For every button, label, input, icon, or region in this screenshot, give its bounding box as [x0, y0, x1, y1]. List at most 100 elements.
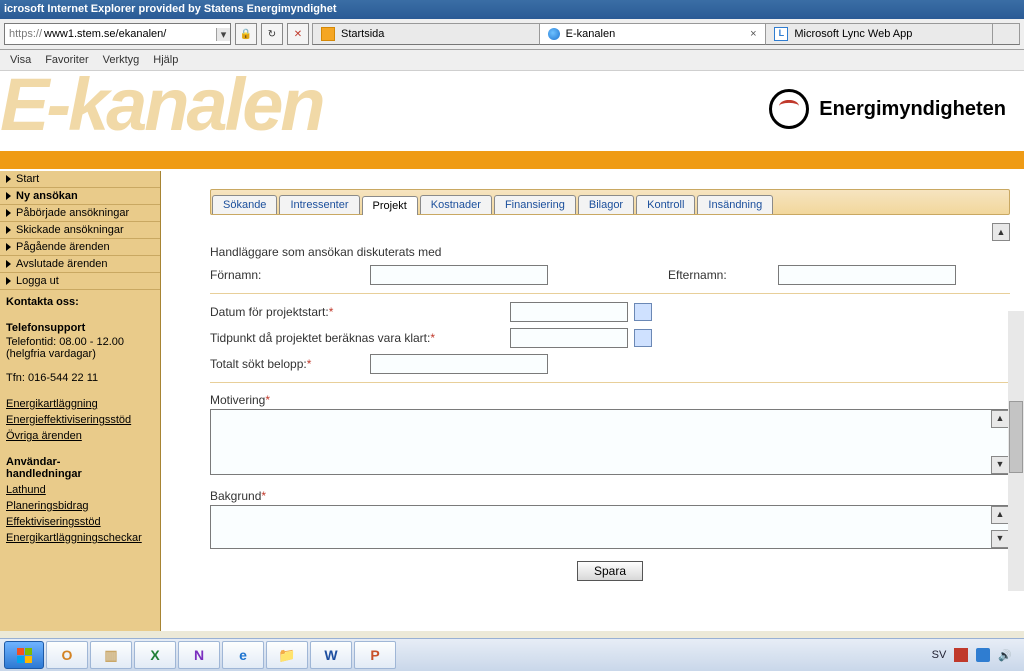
tab-intressenter[interactable]: Intressenter	[279, 195, 359, 214]
form-area: ▲ Handläggare som ansökan diskuterats me…	[210, 215, 1010, 581]
link-effektiviseringsstod[interactable]: Effektiviseringsstöd	[6, 516, 101, 528]
window-titlebar: icrosoft Internet Explorer provided by S…	[0, 0, 1024, 19]
taskbar-explorer[interactable]: ▥	[90, 641, 132, 669]
browser-tab-startsida[interactable]: Startsida	[312, 23, 540, 45]
link-energieffektiviseringsstod[interactable]: Energieffektiviseringsstöd	[6, 414, 131, 426]
address-input[interactable]: https:// www1.stem.se/ekanalen/ ▾	[4, 23, 231, 45]
arrow-icon	[6, 260, 11, 268]
sidebar-item-paborjade[interactable]: Påbörjade ansökningar	[0, 205, 160, 222]
new-tab-button[interactable]	[992, 23, 1020, 45]
taskbar-onenote[interactable]: N	[178, 641, 220, 669]
link-energikartlaggningscheckar[interactable]: Energikartläggningscheckar	[6, 532, 142, 544]
scroll-up-icon[interactable]: ▲	[992, 223, 1010, 241]
taskbar-powerpoint[interactable]: P	[354, 641, 396, 669]
browser-tab-label: E-kanalen	[566, 28, 616, 40]
tab-bilagor[interactable]: Bilagor	[578, 195, 634, 214]
efternamn-label: Efternamn:	[668, 268, 778, 282]
main: Sökande Intressenter Projekt Kostnader F…	[162, 171, 1024, 631]
sidebar-item-logga-ut[interactable]: Logga ut	[0, 273, 160, 290]
scroll-up-icon[interactable]: ▲	[991, 506, 1009, 524]
scrollbar-thumb[interactable]	[1009, 401, 1023, 473]
datepicker-icon[interactable]	[634, 303, 652, 321]
efternamn-input[interactable]	[778, 265, 956, 285]
tab-kostnader[interactable]: Kostnader	[420, 195, 492, 214]
sidebar-item-label: Påbörjade ansökningar	[16, 207, 129, 219]
sidebar: Start Ny ansökan Påbörjade ansökningar S…	[0, 171, 161, 631]
browser-tab-ekanalen[interactable]: E-kanalen ×	[539, 23, 767, 45]
close-tab-icon[interactable]: ×	[747, 28, 759, 40]
page-content: E-kanalen Energimyndigheten Start Ny ans…	[0, 71, 1024, 631]
tray-shield-icon[interactable]	[976, 648, 990, 662]
datum-label: Datum för projektstart:	[210, 305, 329, 319]
address-dropdown-icon[interactable]: ▾	[216, 28, 230, 41]
link-energikartlaggning[interactable]: Energikartläggning	[6, 398, 98, 410]
phone-hours: Telefontid: 08.00 - 12.00	[6, 336, 154, 348]
scroll-up-icon[interactable]: ▲	[991, 410, 1009, 428]
address-bar: https:// www1.stem.se/ekanalen/ ▾ 🔒 ↻ ✕ …	[0, 19, 1024, 50]
taskbar-excel[interactable]: X	[134, 641, 176, 669]
keyboard-layout[interactable]: SV	[932, 649, 947, 661]
banner-logo-text: E-kanalen	[0, 71, 323, 139]
link-lathund[interactable]: Lathund	[6, 484, 46, 496]
phone-days: (helgfria vardagar)	[6, 348, 154, 360]
tab-sokande[interactable]: Sökande	[212, 195, 277, 214]
sidebar-item-start[interactable]: Start	[0, 171, 160, 188]
sidebar-item-avslutade[interactable]: Avslutade ärenden	[0, 256, 160, 273]
sidebar-item-label: Start	[16, 173, 39, 185]
scroll-down-icon[interactable]: ▼	[991, 530, 1009, 548]
scroll-down-icon[interactable]: ▼	[991, 456, 1009, 474]
brand-logo-icon	[769, 89, 809, 129]
lock-icon: 🔒	[235, 23, 257, 45]
sidebar-contact: Kontakta oss: Telefonsupport Telefontid:…	[0, 290, 160, 548]
link-planeringsbidrag[interactable]: Planeringsbidrag	[6, 500, 89, 512]
taskbar-word[interactable]: W	[310, 641, 352, 669]
fornamn-input[interactable]	[370, 265, 548, 285]
tray-flag-icon[interactable]	[954, 648, 968, 662]
tab-kontroll[interactable]: Kontroll	[636, 195, 695, 214]
datum-input[interactable]	[510, 302, 628, 322]
sidebar-item-label: Avslutade ärenden	[16, 258, 108, 270]
arrow-icon	[6, 226, 11, 234]
tidpunkt-input[interactable]	[510, 328, 628, 348]
sidebar-item-label: Ny ansökan	[16, 190, 78, 202]
arrow-icon	[6, 243, 11, 251]
taskbar-ie[interactable]: e	[222, 641, 264, 669]
link-ovriga-arenden[interactable]: Övriga ärenden	[6, 430, 82, 442]
contact-heading: Kontakta oss:	[6, 296, 154, 308]
handlaggare-heading: Handläggare som ansökan diskuterats med	[210, 245, 1010, 259]
required-icon: *	[265, 393, 270, 407]
bakgrund-textarea[interactable]: ▲ ▼	[210, 505, 1010, 549]
main-scrollbar[interactable]	[1008, 311, 1024, 591]
phone-number: Tfn: 016-544 22 11	[6, 372, 154, 384]
browser-tabstrip: Startsida E-kanalen × L Microsoft Lync W…	[313, 23, 1020, 45]
window-title: icrosoft Internet Explorer provided by S…	[4, 0, 337, 19]
sidebar-item-ny-ansokan[interactable]: Ny ansökan	[0, 188, 160, 205]
sidebar-item-label: Pågående ärenden	[16, 241, 110, 253]
tab-insandning[interactable]: Insändning	[697, 195, 773, 214]
sidebar-item-pagaende[interactable]: Pågående ärenden	[0, 239, 160, 256]
sidebar-item-skickade[interactable]: Skickade ansökningar	[0, 222, 160, 239]
tray-volume-icon[interactable]: 🔊	[998, 649, 1012, 662]
taskbar-folder[interactable]: 📁	[266, 641, 308, 669]
taskbar: O ▥ X N e 📁 W P SV 🔊	[0, 638, 1024, 671]
banner-separator	[0, 151, 1024, 169]
start-button[interactable]	[4, 641, 44, 669]
motivering-textarea[interactable]: ▲ ▼	[210, 409, 1010, 475]
browser-tab-lync[interactable]: L Microsoft Lync Web App	[765, 23, 993, 45]
tidpunkt-label: Tidpunkt då projektet beräknas vara klar…	[210, 331, 430, 345]
sidebar-nav: Start Ny ansökan Påbörjade ansökningar S…	[0, 171, 160, 290]
stop-button[interactable]: ✕	[287, 23, 309, 45]
belopp-input[interactable]	[370, 354, 548, 374]
taskbar-outlook[interactable]: O	[46, 641, 88, 669]
required-icon: *	[430, 331, 435, 345]
sidebar-item-label: Skickade ansökningar	[16, 224, 124, 236]
tab-finansiering[interactable]: Finansiering	[494, 195, 576, 214]
tab-projekt[interactable]: Projekt	[362, 196, 418, 215]
refresh-button[interactable]: ↻	[261, 23, 283, 45]
datepicker-icon[interactable]	[634, 329, 652, 347]
spara-button[interactable]: Spara	[577, 561, 643, 581]
bakgrund-label: Bakgrund	[210, 489, 261, 503]
brand-name: Energimyndigheten	[819, 98, 1006, 121]
arrow-icon	[6, 277, 11, 285]
fornamn-label: Förnamn:	[210, 268, 370, 282]
